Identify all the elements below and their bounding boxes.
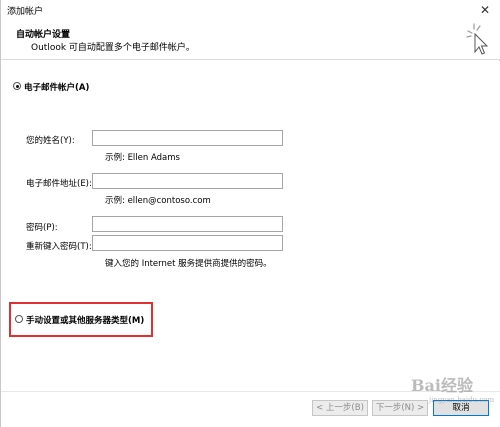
manual-setup-radio[interactable] (15, 315, 23, 323)
email-label: 电子邮件地址(E): (26, 179, 92, 189)
add-account-dialog: 添加帐户 ✕ 自动帐户设置 Outlook 可自动配置多个电子邮件帐户。 电子邮… (0, 0, 500, 427)
window-title: 添加帐户 (7, 7, 44, 17)
email-hint: 示例: ellen@contoso.com (105, 196, 211, 206)
watermark-sub: jingyan.baidu.com (429, 396, 495, 404)
sparkle-cursor-icon (466, 23, 489, 55)
email-input[interactable] (92, 173, 283, 189)
header-title: 自动帐户设置 (16, 30, 71, 40)
email-account-radio-label[interactable]: 电子邮件帐户(A) (24, 81, 89, 93)
password-input[interactable] (92, 216, 283, 232)
manual-setup-radio-label[interactable]: 手动设置或其他服务器类型(M) (26, 314, 144, 326)
retype-password-input[interactable] (92, 235, 283, 251)
name-input[interactable] (92, 130, 283, 146)
back-button[interactable]: < 上一步(B) (312, 400, 368, 416)
watermark-main: Bai经验 (411, 376, 473, 395)
watermark: Bai经验 jingyan.baidu.com (399, 366, 495, 412)
name-hint: 示例: Ellen Adams (105, 153, 180, 163)
retype-password-label: 重新键入密码(T): (26, 242, 92, 252)
password-label: 密码(P): (26, 223, 58, 233)
title-bar: 添加帐户 ✕ (1, 0, 500, 20)
dialog-header: 自动帐户设置 Outlook 可自动配置多个电子邮件帐户。 (1, 20, 500, 60)
header-subtitle: Outlook 可自动配置多个电子邮件帐户。 (31, 43, 195, 53)
name-label: 您的姓名(Y): (26, 136, 75, 146)
close-icon[interactable]: ✕ (477, 2, 493, 18)
email-account-radio[interactable] (13, 82, 21, 90)
password-hint: 键入您的 Internet 服务提供商提供的密码。 (105, 259, 272, 269)
